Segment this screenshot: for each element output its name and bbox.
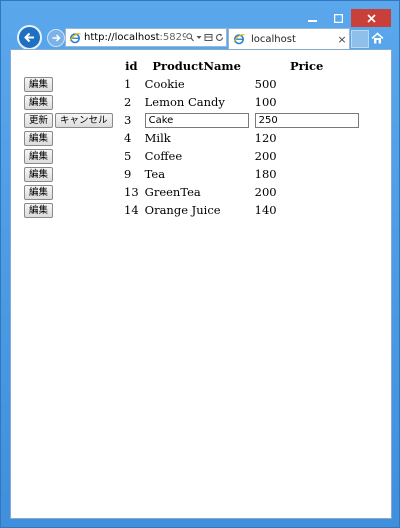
row-id: 3 <box>124 113 132 127</box>
edit-button[interactable]: 編集 <box>24 131 54 146</box>
table-row: 編集 4 Milk 120 <box>22 130 361 146</box>
header-actions <box>22 58 120 74</box>
edit-button[interactable]: 編集 <box>24 95 54 110</box>
back-arrow-icon <box>24 32 34 43</box>
row-id: 5 <box>124 149 132 163</box>
grid-header-row: id ProductName Price <box>22 58 361 74</box>
row-product-name: GreenTea <box>144 185 201 199</box>
row-id: 1 <box>124 77 132 91</box>
minimize-icon <box>307 19 317 22</box>
address-bar[interactable]: http://localhost:58295/\ <box>65 28 227 47</box>
row-id: 13 <box>124 185 139 199</box>
tab-close-icon[interactable]: × <box>335 33 349 46</box>
tab-ie-logo-icon <box>233 34 245 45</box>
back-button[interactable] <box>17 25 42 50</box>
header-id: id <box>125 59 138 73</box>
refresh-icon[interactable] <box>215 33 224 42</box>
edit-button[interactable]: 編集 <box>24 185 54 200</box>
row-product-name: Cookie <box>144 77 185 91</box>
edit-button[interactable]: 編集 <box>24 149 54 164</box>
row-price: 100 <box>254 95 277 109</box>
browser-toolbar: http://localhost:58295/\ localhost × <box>10 25 392 50</box>
header-product-name: ProductName <box>152 59 241 73</box>
cancel-button[interactable]: キャンセル <box>55 113 113 128</box>
dropdown-arrow-icon[interactable] <box>196 33 202 42</box>
price-input[interactable] <box>254 113 359 128</box>
row-id: 14 <box>124 203 139 217</box>
edit-button[interactable]: 編集 <box>24 77 54 92</box>
table-row: 編集 1 Cookie 500 <box>22 76 361 92</box>
row-product-name: Coffee <box>144 149 183 163</box>
product-name-input[interactable] <box>144 113 249 128</box>
page-content: id ProductName Price 編集 1 Cookie 500 編集 … <box>10 49 392 519</box>
row-product-name: Tea <box>144 167 166 181</box>
table-row: 編集 2 Lemon Candy 100 <box>22 94 361 110</box>
row-price: 500 <box>254 77 277 91</box>
row-price: 120 <box>254 131 277 145</box>
ie-logo-icon <box>69 32 81 43</box>
address-host: http://localhost <box>84 32 160 43</box>
table-row-editing: 更新 キャンセル 3 <box>22 112 361 128</box>
browser-tab[interactable]: localhost × <box>228 28 350 49</box>
tab-title: localhost <box>251 33 296 45</box>
table-row: 編集 5 Coffee 200 <box>22 148 361 164</box>
address-tools <box>186 33 226 42</box>
home-button[interactable] <box>367 28 387 48</box>
row-id: 2 <box>124 95 132 109</box>
search-icon[interactable] <box>186 33 194 42</box>
forward-button[interactable] <box>47 29 65 47</box>
update-button[interactable]: 更新 <box>24 113 54 128</box>
home-icon <box>370 32 384 44</box>
row-id: 4 <box>124 131 132 145</box>
compatibility-view-icon[interactable] <box>204 33 213 42</box>
browser-window: http://localhost:58295/\ localhost × <box>0 0 400 528</box>
products-grid: id ProductName Price 編集 1 Cookie 500 編集 … <box>20 56 363 220</box>
forward-arrow-icon <box>52 34 61 42</box>
maximize-icon <box>333 13 343 23</box>
table-row: 編集 14 Orange Juice 140 <box>22 202 361 218</box>
row-id: 9 <box>124 167 132 181</box>
edit-button[interactable]: 編集 <box>24 203 54 218</box>
row-price: 200 <box>254 185 277 199</box>
row-product-name: Orange Juice <box>144 203 221 217</box>
row-product-name: Lemon Candy <box>144 95 225 109</box>
grid-body: 編集 1 Cookie 500 編集 2 Lemon Candy 100 更新キ… <box>22 76 361 218</box>
row-product-name: Milk <box>144 131 171 145</box>
header-price: Price <box>289 59 324 73</box>
edit-button[interactable]: 編集 <box>24 167 54 182</box>
row-price: 140 <box>254 203 277 217</box>
address-path: :58295/\ <box>159 32 186 43</box>
address-text: http://localhost:58295/\ <box>84 32 186 43</box>
table-row: 編集 9 Tea 180 <box>22 166 361 182</box>
row-price: 180 <box>254 167 277 181</box>
table-row: 編集 13 GreenTea 200 <box>22 184 361 200</box>
row-price: 200 <box>254 149 277 163</box>
close-icon <box>366 13 376 23</box>
